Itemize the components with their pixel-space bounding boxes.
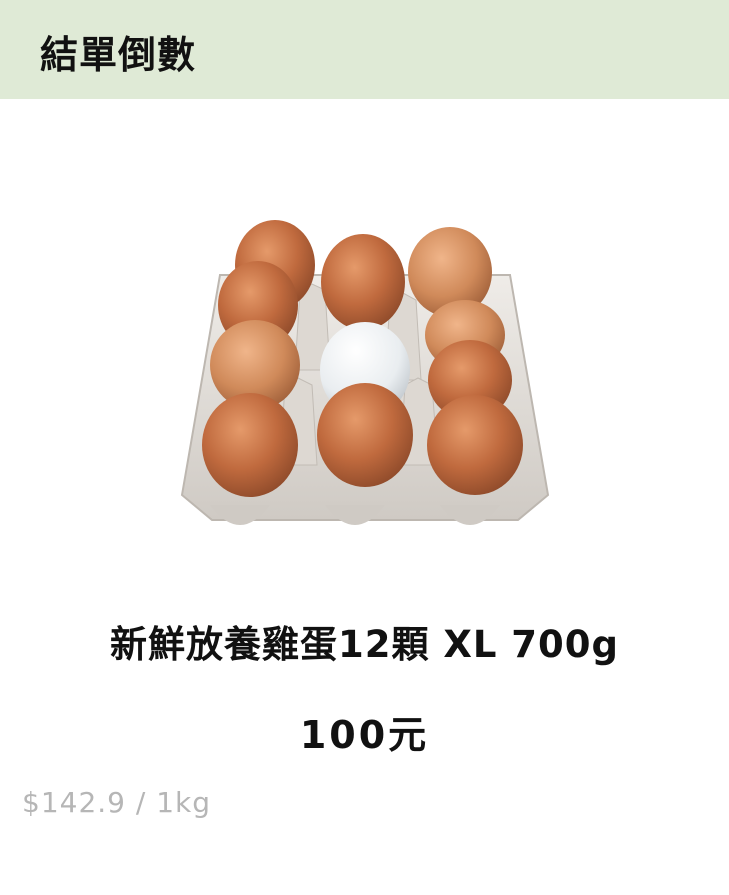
header-bar: 結單倒數 (0, 0, 729, 99)
unit-price: $142.9 / 1kg (22, 786, 212, 819)
product-name: 新鮮放養雞蛋12顆 XL 700g (109, 623, 620, 666)
egg-carton-icon[interactable] (180, 220, 550, 550)
product-price: 100元 (299, 713, 430, 757)
page-title: 結單倒數 (40, 33, 197, 77)
